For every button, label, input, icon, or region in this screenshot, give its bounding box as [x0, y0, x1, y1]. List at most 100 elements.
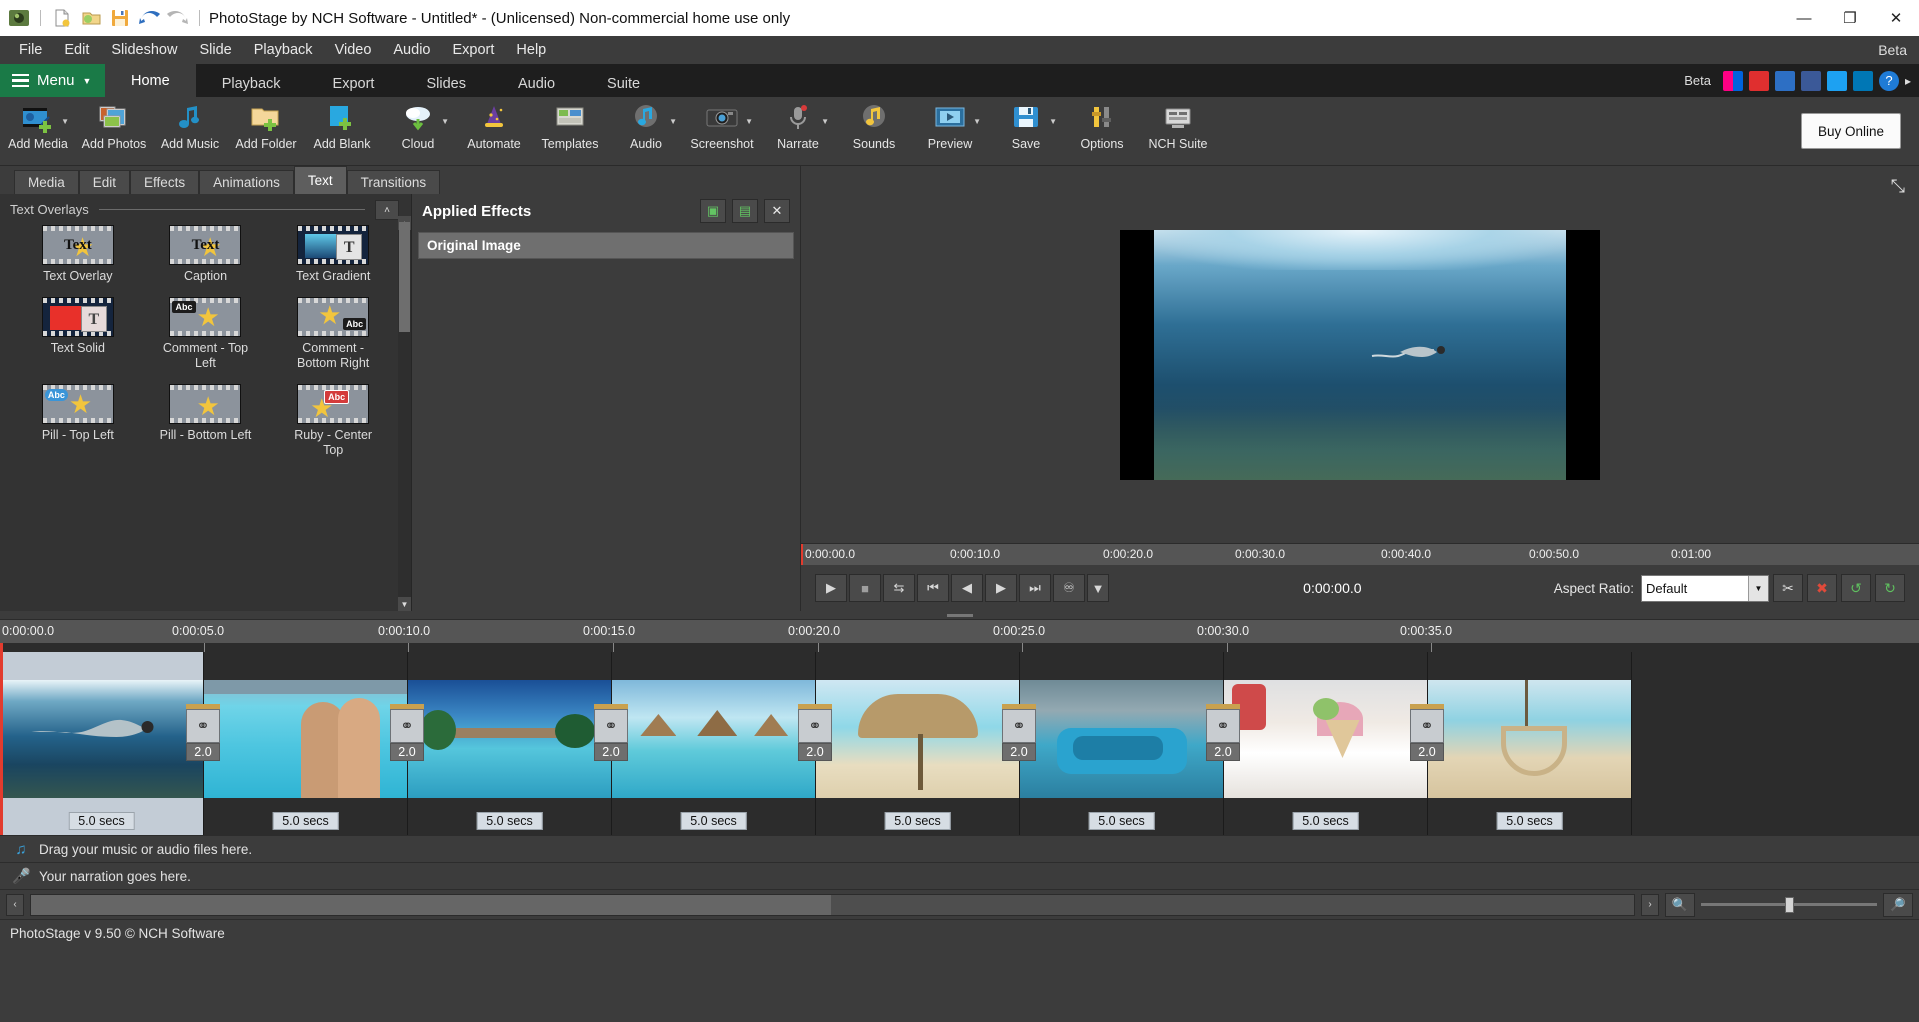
menu-video[interactable]: Video	[324, 38, 383, 62]
overlay-item-comment-bottom-right[interactable]: ★ Abc Comment - Bottom Right	[269, 297, 397, 370]
overlay-item-text-gradient[interactable]: T Text Gradient	[269, 225, 397, 283]
transition-marker[interactable]: ⚭ 2.0	[594, 704, 628, 761]
audio-button[interactable]: Audio ▼	[608, 97, 684, 166]
timeline-clip[interactable]: 5.0 secs ⚭ 2.0	[1224, 652, 1428, 835]
flickr-icon[interactable]	[1723, 71, 1743, 91]
stop-button[interactable]: ■	[849, 574, 881, 602]
expand-icon[interactable]: ⤡	[1891, 176, 1905, 197]
menu-edit[interactable]: Edit	[53, 38, 100, 62]
tab-slides[interactable]: Slides	[400, 70, 492, 97]
save-icon[interactable]	[107, 5, 133, 31]
screenshot-button[interactable]: Screenshot ▼	[684, 97, 760, 166]
overlay-item-caption[interactable]: ★ Text Caption	[142, 225, 270, 283]
aspect-ratio-select[interactable]: Default ▼	[1641, 575, 1769, 602]
maximize-button[interactable]: ❐	[1827, 0, 1873, 36]
menu-slide[interactable]: Slide	[188, 38, 242, 62]
preview-button[interactable]: Preview ▼	[912, 97, 988, 166]
rotate-left-icon[interactable]: ↺	[1841, 574, 1871, 602]
minimize-button[interactable]: —	[1781, 0, 1827, 36]
rotate-right-icon[interactable]: ↻	[1875, 574, 1905, 602]
panel-tab-edit[interactable]: Edit	[79, 170, 130, 194]
cloud-button[interactable]: Cloud ▼	[380, 97, 456, 166]
preview-playhead[interactable]	[801, 544, 803, 565]
menu-playback[interactable]: Playback	[243, 38, 324, 62]
nch-suite-button[interactable]: NCH Suite	[1140, 97, 1216, 166]
transition-marker[interactable]: ⚭ 2.0	[186, 704, 220, 761]
tab-export[interactable]: Export	[307, 70, 401, 97]
panel-tab-transitions[interactable]: Transitions	[347, 170, 441, 194]
preview-ruler[interactable]: 0:00:00.0 0:00:10.0 0:00:20.0 0:00:30.0 …	[801, 543, 1919, 565]
narration-track-row[interactable]: 🎤 Your narration goes here.	[0, 862, 1919, 889]
menu-export[interactable]: Export	[441, 38, 505, 62]
delete-icon[interactable]: ✖	[1807, 574, 1837, 602]
chevron-down-icon[interactable]: ▼	[973, 117, 981, 126]
step-back-button[interactable]: ◀	[951, 574, 983, 602]
tab-playback[interactable]: Playback	[196, 70, 307, 97]
timeline-clip[interactable]: 5.0 secs ⚭ 2.0	[816, 652, 1020, 835]
play-button[interactable]: ▶	[815, 574, 847, 602]
music-track-row[interactable]: ♫ Drag your music or audio files here.	[0, 835, 1919, 862]
panel-tab-animations[interactable]: Animations	[199, 170, 294, 194]
templates-button[interactable]: Templates	[532, 97, 608, 166]
copy-effect-icon[interactable]: ▤	[732, 199, 758, 223]
transition-marker[interactable]: ⚭ 2.0	[798, 704, 832, 761]
add-folder-button[interactable]: Add Folder	[228, 97, 304, 166]
add-music-button[interactable]: Add Music	[152, 97, 228, 166]
chevron-right-icon[interactable]: ▸	[1905, 74, 1911, 88]
add-effect-icon[interactable]: ▣	[700, 199, 726, 223]
close-button[interactable]: ✕	[1873, 0, 1919, 36]
overlay-item-ruby-center-top[interactable]: ★ Abc Ruby - Center Top	[269, 384, 397, 457]
timeline-clip[interactable]: 5.0 secs ⚭ 2.0	[1020, 652, 1224, 835]
transition-marker[interactable]: ⚭ 2.0	[1206, 704, 1240, 761]
zoom-slider[interactable]	[1701, 894, 1877, 916]
undo-icon[interactable]	[136, 5, 162, 31]
timeline-clip[interactable]: 5.0 secs ⚭ 2.0	[408, 652, 612, 835]
add-blank-button[interactable]: Add Blank	[304, 97, 380, 166]
snapshot-button[interactable]: ♾	[1053, 574, 1085, 602]
overlay-item-text-overlay[interactable]: ★ Text Text Overlay	[14, 225, 142, 283]
transition-marker[interactable]: ⚭ 2.0	[1002, 704, 1036, 761]
main-menu-button[interactable]: Menu ▼	[0, 64, 105, 97]
open-icon[interactable]	[78, 5, 104, 31]
chevron-down-icon[interactable]: ▼	[821, 117, 829, 126]
menu-file[interactable]: File	[8, 38, 53, 62]
scroll-left-button[interactable]: ‹	[6, 894, 24, 916]
scroll-thumb[interactable]	[399, 222, 410, 332]
save-button[interactable]: Save ▼	[988, 97, 1064, 166]
zoom-slider-knob[interactable]	[1785, 897, 1794, 913]
scroll-down-arrow[interactable]: ▼	[398, 597, 411, 611]
facebook-icon[interactable]	[1801, 71, 1821, 91]
narrate-button[interactable]: Narrate ▼	[760, 97, 836, 166]
step-forward-button[interactable]: ▶	[985, 574, 1017, 602]
automate-button[interactable]: Automate	[456, 97, 532, 166]
add-media-button[interactable]: Add Media ▼	[0, 97, 76, 166]
scroll-right-button[interactable]: ›	[1641, 894, 1659, 916]
overlay-item-pill-top-left[interactable]: ★ Abc Pill - Top Left	[14, 384, 142, 457]
scroll-thumb[interactable]	[31, 895, 831, 915]
add-photos-button[interactable]: Add Photos	[76, 97, 152, 166]
new-icon[interactable]	[49, 5, 75, 31]
skip-start-button[interactable]: ⏮	[917, 574, 949, 602]
transition-marker[interactable]: ⚭ 2.0	[390, 704, 424, 761]
timeline-ruler[interactable]: 0:00:00.0 0:00:05.0 0:00:10.0 0:00:15.0 …	[0, 619, 1919, 643]
timeline-clip[interactable]: 5.0 secs	[1428, 652, 1632, 835]
sounds-button[interactable]: Sounds	[836, 97, 912, 166]
tab-home[interactable]: Home	[105, 64, 196, 97]
chevron-down-icon[interactable]: ▼	[441, 117, 449, 126]
timeline-splitter[interactable]	[0, 611, 1919, 619]
applied-effect-row[interactable]: Original Image	[418, 232, 794, 259]
chevron-down-icon[interactable]: ▼	[61, 117, 69, 126]
menu-help[interactable]: Help	[505, 38, 557, 62]
horizontal-scrollbar[interactable]	[30, 894, 1635, 916]
timeline-playhead[interactable]	[0, 643, 3, 835]
chevron-down-icon[interactable]: ▼	[669, 117, 677, 126]
zoom-out-icon[interactable]: 🔍	[1665, 893, 1695, 917]
panel-tab-text[interactable]: Text	[294, 166, 347, 194]
panel-tab-media[interactable]: Media	[14, 170, 79, 194]
cut-icon[interactable]: ✂	[1773, 574, 1803, 602]
loop-button[interactable]: ⇆	[883, 574, 915, 602]
tab-suite[interactable]: Suite	[581, 70, 666, 97]
options-button[interactable]: Options	[1064, 97, 1140, 166]
collapse-button[interactable]: ˄	[375, 200, 399, 220]
chevron-down-icon[interactable]: ▼	[1049, 117, 1057, 126]
